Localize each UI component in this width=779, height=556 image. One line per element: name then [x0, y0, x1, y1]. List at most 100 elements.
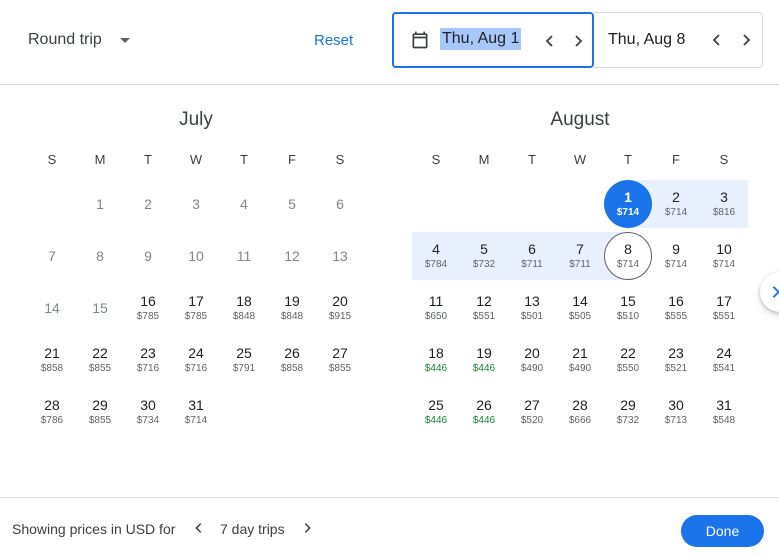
day-cell-return[interactable]: 8 $714 [604, 230, 652, 282]
day-cell[interactable]: 30 $734 [124, 386, 172, 438]
day-number: 16 [668, 293, 684, 309]
day-cell[interactable]: 11 $650 [412, 282, 460, 334]
day-cell: 3 [172, 178, 220, 230]
day-cell[interactable]: 16 $785 [124, 282, 172, 334]
day-cell[interactable]: 12 $551 [460, 282, 508, 334]
day-cell[interactable]: 26 $446 [460, 386, 508, 438]
day-cell[interactable]: 20 $915 [316, 282, 364, 334]
day-cell[interactable]: 29 $732 [604, 386, 652, 438]
return-date-field[interactable]: Thu, Aug 8 [594, 12, 763, 68]
day-price: $490 [520, 363, 544, 374]
month-title: July [179, 109, 213, 130]
weekday-label: T [240, 151, 248, 167]
day-cell[interactable]: 16 $555 [652, 282, 700, 334]
day-number: 27 [524, 397, 540, 413]
day-number: 14 [572, 293, 588, 309]
day-number: 12 [284, 248, 300, 264]
weekday-label: T [624, 151, 632, 167]
day-cell[interactable]: 10 $714 [700, 230, 748, 282]
day-number: 31 [716, 397, 732, 413]
day-cell[interactable]: 21 $858 [28, 334, 76, 386]
return-prev-button[interactable] [705, 28, 729, 52]
departure-date-field[interactable]: Thu, Aug 1 [392, 12, 594, 68]
day-price: $446 [424, 363, 448, 374]
day-cell: 5 [268, 178, 316, 230]
day-cell[interactable]: 23 $716 [124, 334, 172, 386]
day-number: 2 [144, 196, 152, 212]
day-cell[interactable]: 21 $490 [556, 334, 604, 386]
day-price: $855 [88, 415, 112, 426]
trip-type-dropdown[interactable]: Round trip [18, 22, 140, 58]
day-cell[interactable]: 27 $855 [316, 334, 364, 386]
day-cell-departure[interactable]: 1 $714 [604, 178, 652, 230]
day-number: 15 [92, 300, 108, 316]
return-next-button[interactable] [734, 28, 758, 52]
day-cell[interactable]: 2 $714 [652, 178, 700, 230]
departure-date-value[interactable]: Thu, Aug 1 [440, 28, 522, 50]
day-cell[interactable]: 24 $541 [700, 334, 748, 386]
day-cell[interactable]: 26 $858 [268, 334, 316, 386]
day-cell[interactable]: 31 $714 [172, 386, 220, 438]
empty-day-cell [556, 178, 604, 230]
trip-length-decrease-button[interactable] [189, 518, 209, 538]
day-price: $510 [616, 311, 640, 322]
chevron-left-icon [545, 35, 553, 47]
done-button[interactable]: Done [681, 515, 764, 547]
day-cell[interactable]: 29 $855 [76, 386, 124, 438]
day-price: $785 [184, 311, 208, 322]
chevron-left-icon [712, 34, 720, 46]
day-number: 13 [524, 293, 540, 309]
next-month-button[interactable] [760, 272, 779, 312]
day-cell[interactable]: 18 $848 [220, 282, 268, 334]
weekday-label: W [189, 151, 203, 167]
week-row: 18 $446 19 $446 20 $490 21 $490 22 $550 23 $521 24 $5… [412, 334, 748, 386]
day-cell[interactable]: 20 $490 [508, 334, 556, 386]
day-cell[interactable]: 22 $550 [604, 334, 652, 386]
day-cell[interactable]: 25 $446 [412, 386, 460, 438]
day-cell[interactable]: 18 $446 [412, 334, 460, 386]
day-price: $505 [568, 311, 592, 322]
day-price: $541 [712, 363, 736, 374]
day-number: 20 [332, 293, 348, 309]
day-cell[interactable]: 13 $501 [508, 282, 556, 334]
day-cell[interactable]: 28 $666 [556, 386, 604, 438]
day-cell[interactable]: 3 $816 [700, 178, 748, 230]
day-number: 24 [716, 345, 732, 361]
day-price: $855 [328, 363, 352, 374]
day-cell[interactable]: 7 $711 [556, 230, 604, 282]
day-cell[interactable]: 31 $548 [700, 386, 748, 438]
day-cell[interactable]: 17 $551 [700, 282, 748, 334]
month-title: August [550, 109, 610, 130]
reset-button[interactable]: Reset [302, 22, 365, 58]
day-cell[interactable]: 25 $791 [220, 334, 268, 386]
departure-next-button[interactable] [566, 29, 590, 53]
day-cell[interactable]: 24 $716 [172, 334, 220, 386]
day-cell[interactable]: 14 $505 [556, 282, 604, 334]
day-cell[interactable]: 15 $510 [604, 282, 652, 334]
return-date-value[interactable]: Thu, Aug 8 [608, 29, 685, 51]
day-cell[interactable]: 19 $446 [460, 334, 508, 386]
day-cell[interactable]: 19 $848 [268, 282, 316, 334]
trip-length-increase-button[interactable] [297, 518, 317, 538]
day-cell[interactable]: 9 $714 [652, 230, 700, 282]
day-number: 17 [716, 293, 732, 309]
day-cell[interactable]: 23 $521 [652, 334, 700, 386]
day-cell: 14 [28, 282, 76, 334]
day-cell[interactable]: 5 $732 [460, 230, 508, 282]
day-cell[interactable]: 27 $520 [508, 386, 556, 438]
day-cell[interactable]: 6 $711 [508, 230, 556, 282]
day-price: $714 [184, 415, 208, 426]
weekday-label: S [335, 151, 345, 167]
day-number: 7 [576, 241, 584, 257]
day-cell[interactable]: 4 $784 [412, 230, 460, 282]
chevron-right-icon [575, 35, 583, 47]
day-cell[interactable]: 30 $713 [652, 386, 700, 438]
day-number: 5 [480, 241, 488, 257]
day-number: 11 [236, 248, 252, 264]
departure-prev-button[interactable] [538, 29, 562, 53]
day-price: $784 [424, 259, 448, 270]
day-cell[interactable]: 17 $785 [172, 282, 220, 334]
week-row: 1 2 3 4 5 6 [28, 178, 364, 230]
day-cell[interactable]: 22 $855 [76, 334, 124, 386]
day-cell[interactable]: 28 $786 [28, 386, 76, 438]
